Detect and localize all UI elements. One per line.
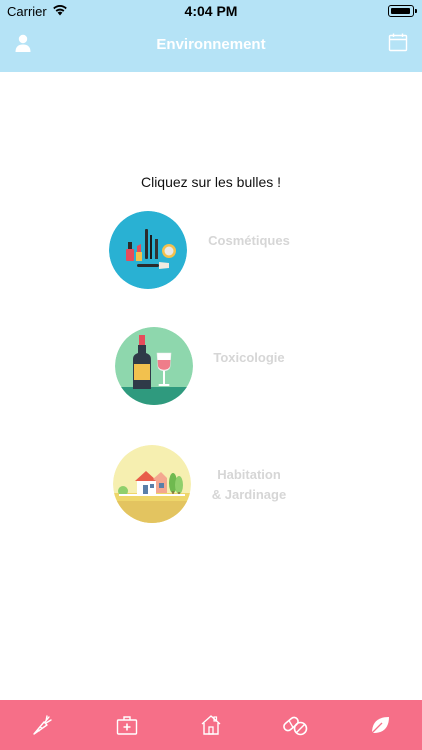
- house-garden-icon: [113, 445, 191, 523]
- cosmetics-bubble[interactable]: [109, 211, 187, 289]
- pills-icon: [283, 716, 308, 736]
- tab-leaf[interactable]: [338, 700, 422, 750]
- first-aid-kit-icon: [116, 716, 137, 735]
- wine-bottle-icon: [115, 327, 193, 405]
- tab-home[interactable]: [169, 700, 253, 750]
- app-screen: Carrier 4:04 PM Environnement Cliquez su…: [0, 0, 422, 750]
- tab-carrot[interactable]: [0, 700, 84, 750]
- leaf-icon: [370, 717, 389, 735]
- category-label-cosmetiques[interactable]: Cosmétiques: [186, 231, 312, 251]
- page-title: Environnement: [156, 36, 266, 53]
- toxicology-bubble[interactable]: [115, 327, 193, 405]
- calendar-icon[interactable]: [388, 32, 408, 52]
- tab-bar: [0, 700, 422, 750]
- category-label-toxicologie[interactable]: Toxicologie: [186, 348, 312, 368]
- instruction-text: Cliquez sur les bulles !: [140, 174, 282, 190]
- status-bar: Carrier 4:04 PM: [0, 0, 422, 22]
- tab-first-aid[interactable]: [84, 700, 168, 750]
- category-label-habitation[interactable]: Habitation & Jardinage: [186, 465, 312, 505]
- category-label-line1: Habitation: [217, 467, 281, 482]
- habitation-bubble[interactable]: [113, 445, 191, 523]
- home-icon: [201, 715, 221, 735]
- header: Carrier 4:04 PM Environnement: [0, 0, 422, 72]
- category-label-line2: & Jardinage: [211, 487, 287, 502]
- tab-pills[interactable]: [253, 700, 337, 750]
- carrot-icon: [33, 715, 52, 735]
- status-time: 4:04 PM: [184, 3, 238, 19]
- battery-icon: [388, 5, 417, 17]
- cosmetics-icon: [109, 211, 187, 289]
- nav-bar: Environnement: [0, 22, 422, 72]
